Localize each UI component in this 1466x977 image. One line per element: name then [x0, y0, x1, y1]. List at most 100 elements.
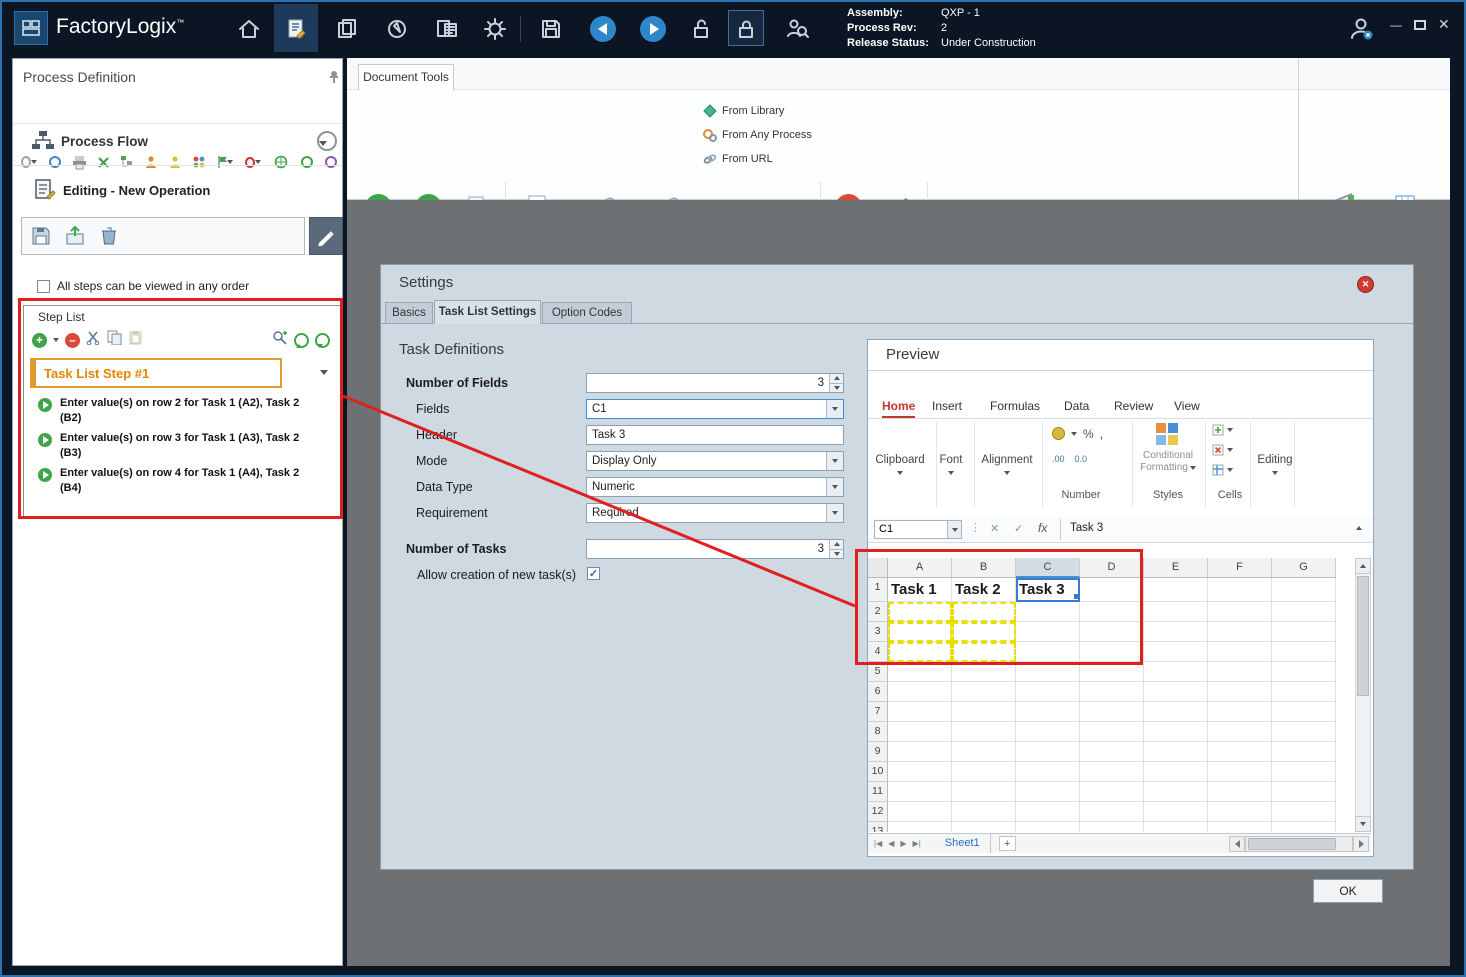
cell-A8[interactable] — [888, 722, 952, 742]
cell-C5[interactable] — [1016, 662, 1080, 682]
conditional-formatting-button[interactable]: Conditional Formatting — [1135, 450, 1201, 474]
row-header-9[interactable]: 9 — [868, 742, 888, 762]
cell-F6[interactable] — [1208, 682, 1272, 702]
delete-cells-button[interactable] — [1212, 444, 1233, 456]
cell-F8[interactable] — [1208, 722, 1272, 742]
pin-icon[interactable] — [325, 67, 343, 90]
column-header-B[interactable]: B — [952, 558, 1016, 578]
step-expand-chevron-icon[interactable] — [320, 370, 328, 375]
sheet-tab-sheet1[interactable]: Sheet1 — [935, 834, 991, 853]
header-input[interactable]: Task 3 — [586, 425, 844, 445]
cell-B9[interactable] — [952, 742, 1016, 762]
cell-A3[interactable] — [888, 622, 952, 642]
prev-sheet-icon[interactable]: ◀ — [888, 836, 894, 852]
cell-C7[interactable] — [1016, 702, 1080, 722]
ok-button[interactable]: OK — [1313, 879, 1383, 903]
spin-up-icon[interactable] — [829, 374, 843, 383]
cell-A10[interactable] — [888, 762, 952, 782]
cell-C9[interactable] — [1016, 742, 1080, 762]
cell-E11[interactable] — [1144, 782, 1208, 802]
cell-C3[interactable] — [1016, 622, 1080, 642]
cell-F7[interactable] — [1208, 702, 1272, 722]
cell-E6[interactable] — [1144, 682, 1208, 702]
column-header-G[interactable]: G — [1272, 558, 1336, 578]
from-any-process-button[interactable]: From Any Process — [703, 128, 812, 142]
tab-option-codes[interactable]: Option Codes — [542, 302, 632, 324]
fields-dropdown[interactable]: C1 — [586, 399, 844, 419]
palette-icon[interactable] — [191, 154, 207, 170]
column-header-D[interactable]: D — [1080, 558, 1144, 578]
cell-D9[interactable] — [1080, 742, 1144, 762]
cell-G9[interactable] — [1272, 742, 1336, 762]
minimize-button[interactable]: — — [1390, 18, 1402, 32]
from-url-button[interactable]: From URL — [703, 152, 773, 166]
number-of-tasks-input[interactable]: 3 — [586, 539, 844, 559]
cell-C11[interactable] — [1016, 782, 1080, 802]
cell-F1[interactable] — [1208, 578, 1272, 602]
user-account-icon[interactable] — [1346, 14, 1376, 44]
cell-B12[interactable] — [952, 802, 1016, 822]
spin-down-icon[interactable] — [829, 548, 843, 558]
cell-F4[interactable] — [1208, 642, 1272, 662]
currency-icon[interactable] — [1052, 427, 1065, 440]
insert-function-icon[interactable]: fx — [1038, 521, 1047, 535]
process-layers-icon[interactable] — [332, 14, 362, 44]
insert-cells-button[interactable] — [1212, 424, 1233, 436]
data-type-dropdown[interactable]: Numeric — [586, 477, 844, 497]
cell-C1[interactable]: Task 3 — [1016, 578, 1080, 602]
cell-D2[interactable] — [1080, 602, 1144, 622]
editing-dropdown-icon[interactable] — [1272, 471, 1278, 475]
print-icon[interactable] — [71, 154, 87, 170]
lock-icon[interactable] — [731, 14, 761, 44]
order-checkbox-row[interactable]: All steps can be viewed in any order — [37, 279, 249, 293]
globe-icon[interactable] — [273, 154, 289, 170]
forward-icon[interactable] — [638, 14, 668, 44]
cell-B13[interactable] — [952, 822, 1016, 832]
cell-A5[interactable] — [888, 662, 952, 682]
cell-C13[interactable] — [1016, 822, 1080, 832]
cell-G11[interactable] — [1272, 782, 1336, 802]
column-header-F[interactable]: F — [1208, 558, 1272, 578]
cell-C6[interactable] — [1016, 682, 1080, 702]
maximize-button[interactable] — [1414, 20, 1426, 30]
excel-group-clipboard[interactable]: Clipboard — [869, 454, 931, 478]
tab-basics[interactable]: Basics — [385, 302, 433, 324]
cell-G10[interactable] — [1272, 762, 1336, 782]
cell-E7[interactable] — [1144, 702, 1208, 722]
cell-G5[interactable] — [1272, 662, 1336, 682]
clipboard-dropdown-icon[interactable] — [897, 471, 903, 475]
hscroll-left-icon[interactable] — [1229, 835, 1245, 852]
cell-D6[interactable] — [1080, 682, 1144, 702]
add-sheet-button[interactable]: + — [998, 836, 1016, 851]
add-step-button[interactable]: + — [32, 332, 47, 348]
format-cells-button[interactable] — [1212, 464, 1233, 476]
tree-view-icon[interactable] — [119, 154, 135, 170]
increase-decimal-icon[interactable]: .00 — [1052, 454, 1065, 464]
excel-tab-data[interactable]: Data — [1064, 396, 1089, 418]
scroll-down-icon[interactable] — [1355, 816, 1371, 832]
save-icon[interactable] — [536, 14, 566, 44]
cell-D11[interactable] — [1080, 782, 1144, 802]
cell-F2[interactable] — [1208, 602, 1272, 622]
vertical-scrollbar[interactable] — [1355, 558, 1371, 832]
cell-D10[interactable] — [1080, 762, 1144, 782]
cell-E10[interactable] — [1144, 762, 1208, 782]
user-icon[interactable] — [143, 154, 159, 170]
selected-step-item[interactable]: Task List Step #1 — [30, 358, 282, 388]
cell-C4[interactable] — [1016, 642, 1080, 662]
cell-F5[interactable] — [1208, 662, 1272, 682]
cell-G4[interactable] — [1272, 642, 1336, 662]
order-checkbox[interactable] — [37, 279, 50, 293]
alignment-dropdown-icon[interactable] — [1004, 471, 1010, 475]
row-header-8[interactable]: 8 — [868, 722, 888, 742]
cell-F9[interactable] — [1208, 742, 1272, 762]
cell-F10[interactable] — [1208, 762, 1272, 782]
cell-A4[interactable] — [888, 642, 952, 662]
cell-E9[interactable] — [1144, 742, 1208, 762]
excel-tab-formulas[interactable]: Formulas — [990, 396, 1040, 418]
navigator-compass-icon[interactable] — [382, 14, 412, 44]
cell-B4[interactable] — [952, 642, 1016, 662]
back-icon[interactable] — [588, 14, 618, 44]
remove-step-button[interactable]: – — [65, 332, 80, 348]
cell-G12[interactable] — [1272, 802, 1336, 822]
